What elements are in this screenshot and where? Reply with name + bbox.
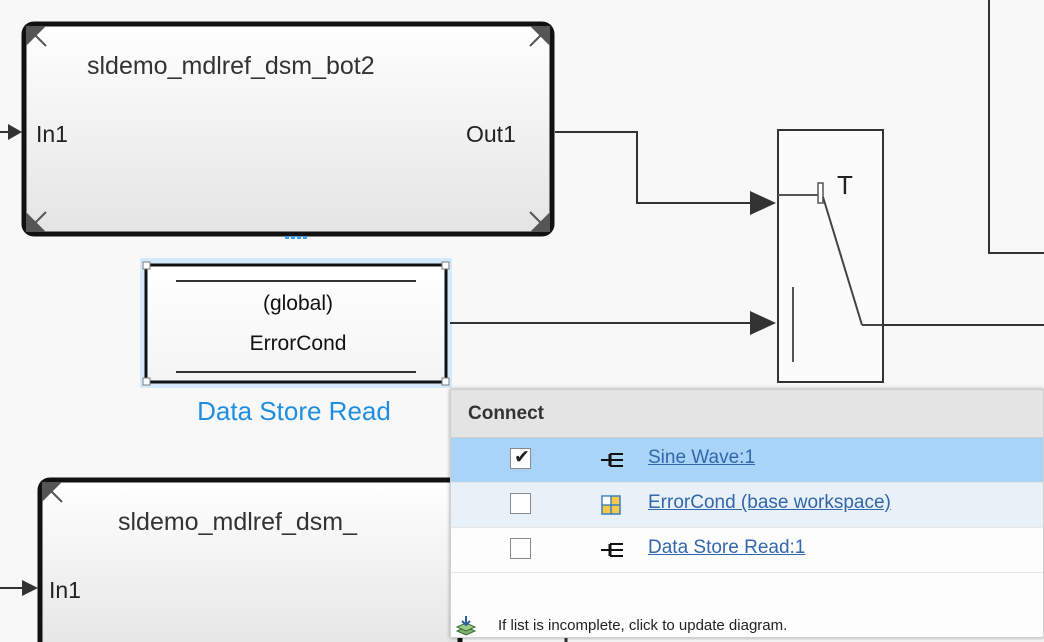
connect-popup[interactable]: Connect ✔ Sine Wave:1 ErrorCond (base wo… <box>450 389 1044 638</box>
top-in-arrow <box>0 124 22 140</box>
data-store-scope: (global) <box>262 292 334 315</box>
workspace-grid-icon <box>601 495 621 515</box>
update-diagram-hint[interactable]: If list is incomplete, click to update d… <box>498 617 787 634</box>
connect-item-sine-wave[interactable]: ✔ Sine Wave:1 <box>451 438 1043 483</box>
data-store-read-block[interactable] <box>140 258 452 388</box>
signal-port-icon <box>601 543 623 557</box>
checkbox[interactable]: ✔ <box>510 448 531 469</box>
connect-item-errorcond[interactable]: ErrorCond (base workspace) <box>451 483 1043 528</box>
signal-port-icon <box>601 453 623 467</box>
data-store-read-label[interactable]: Data Store Read <box>142 396 446 427</box>
connect-item-link[interactable]: Data Store Read:1 <box>648 537 805 559</box>
top-model-out-port: Out1 <box>466 121 516 147</box>
checkmark-icon: ✔ <box>514 447 530 468</box>
bottom-model-title: sldemo_mdlref_dsm_ <box>118 508 357 536</box>
connect-item-data-store-read[interactable]: Data Store Read:1 <box>451 528 1043 573</box>
bottom-in-arrow <box>0 580 38 596</box>
switch-block[interactable] <box>777 129 884 383</box>
switch-port-label: T <box>837 170 853 200</box>
checkbox[interactable] <box>510 538 531 559</box>
checkbox[interactable] <box>510 493 531 514</box>
top-model-title: sldemo_mdlref_dsm_bot2 <box>87 52 375 80</box>
connect-item-link[interactable]: ErrorCond (base workspace) <box>648 492 891 514</box>
connect-popup-header: Connect <box>451 390 1043 438</box>
top-model-in-port: In1 <box>36 121 68 147</box>
connect-popup-footer[interactable]: If list is incomplete, click to update d… <box>451 615 1043 637</box>
connect-item-link[interactable]: Sine Wave:1 <box>648 447 755 469</box>
update-diagram-icon[interactable] <box>455 615 477 637</box>
bottom-model-in-port: In1 <box>49 577 81 603</box>
bottom-model-block[interactable] <box>37 477 463 642</box>
data-store-name: ErrorCond <box>249 332 347 355</box>
